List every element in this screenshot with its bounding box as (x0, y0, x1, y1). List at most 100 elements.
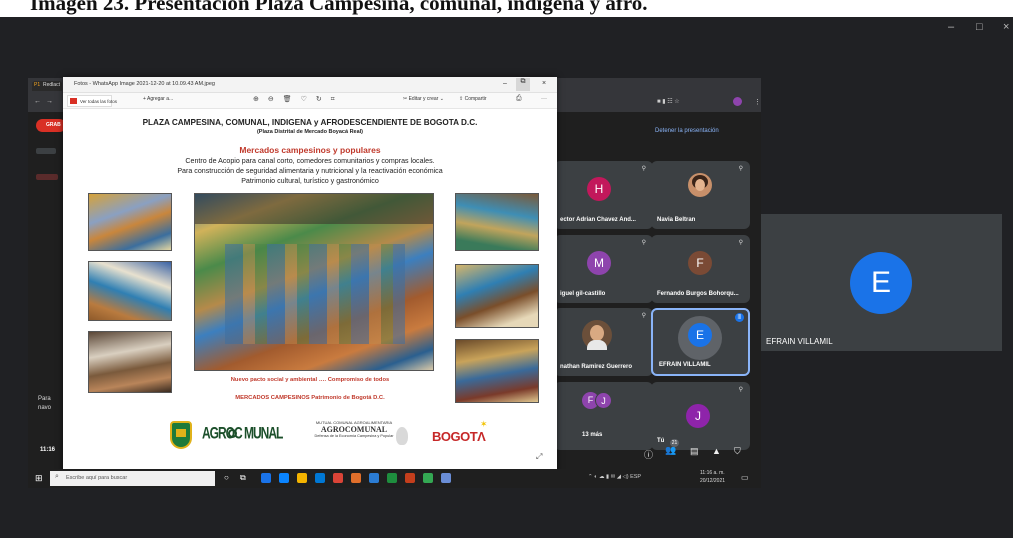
tab-label: Redlact (43, 82, 60, 88)
notifications-icon[interactable]: ▭ (741, 473, 749, 482)
pin-icon[interactable]: ⚲ (642, 165, 646, 172)
viewer-close-button[interactable]: × (542, 80, 546, 87)
activities-icon[interactable]: ▲ (712, 446, 721, 456)
bogota-star-icon: ✶ (480, 419, 488, 429)
agrocomunal-logo: AGROC MUNAL (202, 424, 283, 443)
presentation-slide: PLAZA CAMPESINA, COMUNAL, INDIGENA y AFR… (70, 109, 550, 477)
participant-photo (688, 173, 712, 197)
mutual-mascot-logo (396, 427, 408, 445)
slide-mercados-line: MERCADOS CAMPESINOS Patrimonio de Bogotá… (235, 395, 385, 401)
store-icon[interactable] (315, 473, 325, 483)
system-tray-icons[interactable]: ⌃ ◐ ☁ ▮ ✉ ◢ ◁) ESP (588, 474, 641, 480)
chrome-icon[interactable] (261, 473, 271, 483)
info-icon[interactable]: ⓘ (644, 448, 653, 461)
back-icon[interactable]: ← (34, 98, 41, 105)
slide-heading: Mercados campesinos y populares (239, 145, 381, 155)
participant-tile[interactable]: ⚲ nathan Ramirez Guerrero (554, 308, 653, 376)
windows-start-icon[interactable]: ⊞ (35, 473, 43, 484)
see-all-photos-button[interactable]: Ver todas las fotos (67, 95, 117, 107)
participant-avatar: J (595, 392, 612, 409)
boyaca-shield-logo (170, 421, 192, 449)
add-to-label: Agregar a... (147, 96, 174, 102)
slide-line-2: Para construcción de seguridad alimentar… (177, 167, 443, 175)
audio-level-icon: ||| (735, 313, 744, 322)
participant-tile[interactable]: F ⚲ Fernando Burgos Bohorqu... (651, 235, 750, 303)
caption-text: Imagen 23. Presentación Plaza Campesina,… (30, 0, 648, 15)
viewer-minimize-button[interactable]: – (503, 80, 507, 87)
more-options-button[interactable]: ··· (541, 96, 547, 102)
participant-avatar: M (587, 251, 611, 275)
market-model-photo (455, 264, 539, 328)
close-button[interactable]: × (1003, 21, 1009, 33)
powerpoint-icon[interactable] (405, 473, 415, 483)
app-icon[interactable] (351, 473, 361, 483)
photos-app-icon[interactable] (441, 473, 451, 483)
menu-icon[interactable]: ⋮ (754, 98, 761, 106)
participant-avatar: H (587, 177, 611, 201)
participant-tile-active-speaker[interactable]: E ||| EFRAIN VILLAMIL (651, 308, 750, 376)
viewer-restore-button[interactable]: ⧉ (516, 78, 530, 91)
minimize-button[interactable]: – (948, 21, 954, 33)
task-view-icon[interactable]: ⧉ (240, 473, 246, 483)
share-button[interactable]: ⇪ Compartir (459, 96, 487, 102)
slide-title: PLAZA CAMPESINA, COMUNAL, INDIGENA y AFR… (142, 118, 478, 127)
app-icon[interactable] (423, 473, 433, 483)
extensions-icon[interactable]: ■ ▮ ☷ ☆ (657, 98, 680, 105)
slide-line-1: Centro de Acopio para canal corto, comed… (185, 157, 435, 165)
photo-viewer-window: Fotos - WhatsApp Image 2021-12-20 at 10.… (63, 77, 557, 477)
participant-name: Navia Beltran (657, 217, 696, 223)
speaker-tile[interactable]: E EFRAIN VILLAMIL (761, 214, 1002, 351)
agrocomunal-logo-mark (228, 429, 237, 438)
more-participants-tile[interactable]: F J 13 más (554, 382, 653, 450)
side-label-navo: navo (38, 405, 52, 411)
photos-icon (70, 98, 77, 104)
maximize-button[interactable]: □ (976, 21, 983, 33)
market-model-photo (455, 193, 539, 251)
viewer-titlebar: Fotos - WhatsApp Image 2021-12-20 at 10.… (63, 77, 557, 93)
taskbar-search-box[interactable]: ⌕ Escribe aquí para buscar (50, 471, 215, 486)
pin-icon[interactable]: ⚲ (739, 239, 743, 246)
stop-presenting-button[interactable]: Detener la presentación (655, 128, 719, 134)
chrome-profile-icon[interactable] (333, 473, 343, 483)
side-label-para: Para (38, 396, 51, 402)
pin-icon[interactable]: ⚲ (642, 239, 646, 246)
chat-icon[interactable]: ▤ (690, 446, 699, 457)
windows-taskbar: ⊞ ⌕ Escribe aquí para buscar ○ ⧉ ⌃ ◐ ☁ ▮… (28, 469, 761, 488)
edit-create-button[interactable]: ✂ Editar y crear ⌄ (403, 96, 444, 102)
add-to-button[interactable]: + Agregar a... (143, 96, 173, 102)
participant-tile[interactable]: ⚲ Navia Beltran (651, 161, 750, 229)
app-icon[interactable] (387, 473, 397, 483)
browser-tab[interactable]: P1 Redlact (32, 81, 62, 91)
participant-name: EFRAIN VILLAMIL (659, 362, 711, 368)
participant-tile[interactable]: M ⚲ iguel gil-castillo (554, 235, 653, 303)
taskbar-date[interactable]: 20/12/2021 (700, 478, 725, 484)
participant-avatar: J (686, 404, 710, 428)
slide-pacto-line: Nuevo pacto social y ambiental …. Compro… (230, 377, 390, 383)
print-icon[interactable]: ⎙ (516, 95, 522, 103)
cortana-icon[interactable]: ○ (224, 473, 229, 482)
zoom-delete-rotate-icons[interactable]: ⊕⊖🗑♡↻⌗ (253, 95, 344, 104)
edit-label: Editar y crear (408, 96, 439, 102)
file-explorer-icon[interactable] (297, 473, 307, 483)
word-icon[interactable] (369, 473, 379, 483)
placeholder-bar (36, 174, 58, 180)
speaker-name: EFRAIN VILLAMIL (766, 337, 833, 346)
edge-icon[interactable] (279, 473, 289, 483)
more-participants-label: 13 más (582, 432, 603, 438)
self-tile[interactable]: J ⚲ Tú (651, 382, 750, 450)
meet-window: – □ × P1 Redlact ← → ■ ▮ ☷ ☆ ⋮ GRAB Para… (0, 17, 1013, 538)
participant-name: Fernando Burgos Bohorqu... (657, 291, 739, 297)
participant-tile[interactable]: H ⚲ ector Adrian Chavez And... (554, 161, 653, 229)
pin-icon[interactable]: ⚲ (739, 386, 743, 393)
figure-caption: Imagen 23. Presentación Plaza Campesina,… (0, 0, 1013, 17)
meet-clock: 11:16 (40, 447, 56, 453)
people-count-badge: 21 (670, 439, 679, 447)
pin-icon[interactable]: ⚲ (739, 165, 743, 172)
taskbar-clock[interactable]: 11:16 a. m. (700, 470, 725, 476)
forward-icon[interactable]: → (46, 98, 53, 105)
host-controls-icon[interactable]: ⛉ (734, 446, 741, 457)
profile-avatar[interactable] (733, 97, 742, 106)
bogota-logo: BOGOTΛ ✶ (432, 419, 488, 446)
pin-icon[interactable]: ⚲ (642, 312, 646, 319)
expand-icon[interactable]: ⤢ (536, 452, 542, 462)
